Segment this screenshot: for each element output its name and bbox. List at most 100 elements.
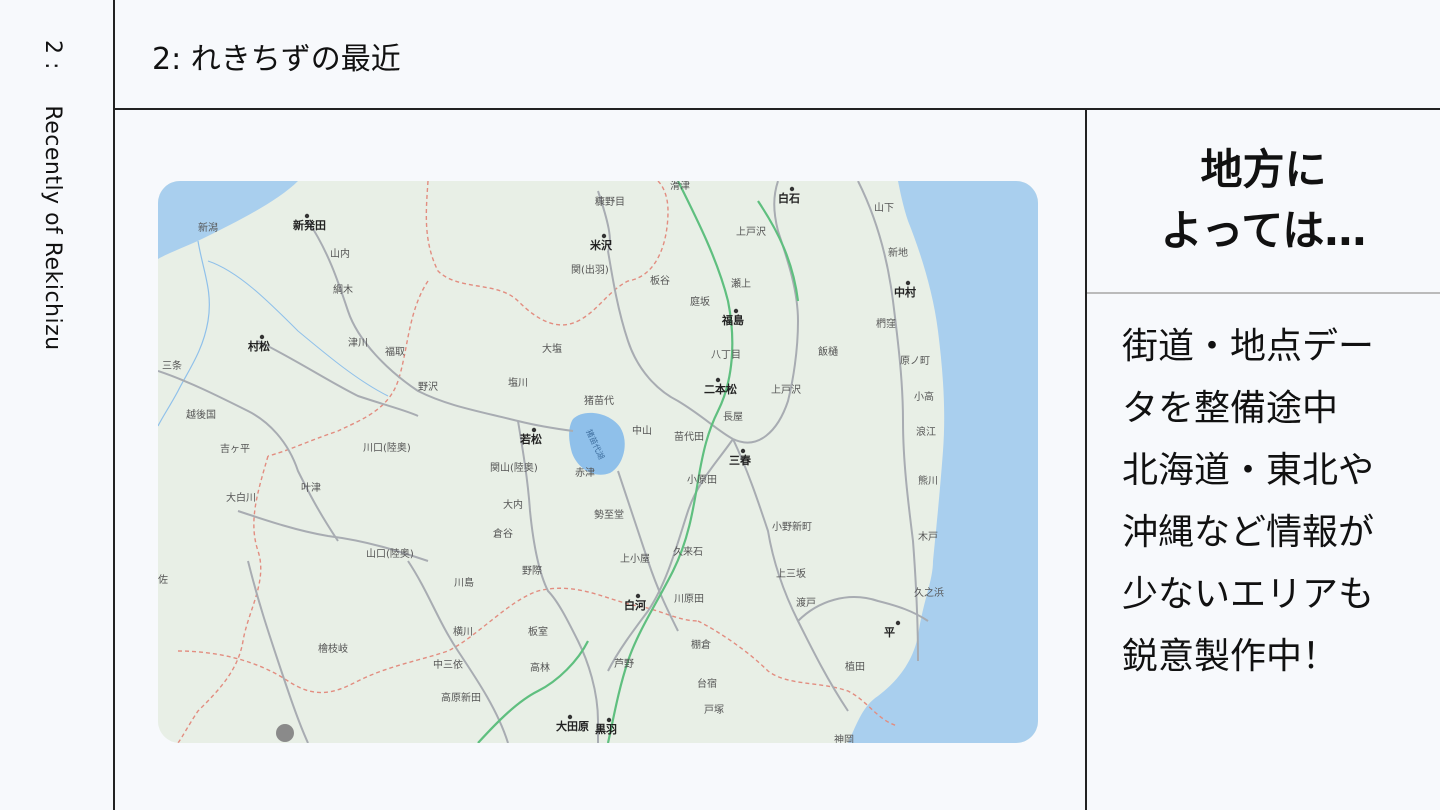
map-place-label[interactable]: 猪苗代: [584, 395, 614, 407]
map-canvas[interactable]: 新潟 新発田山内綱木村松 津川福取三条越後国吉ヶ平大白川 叶津 川口(陸奥) 野沢 大塩塩川…: [158, 181, 1038, 743]
panel-heading: 地方に よっては…: [1087, 110, 1440, 294]
map-place-label[interactable]: 上戸沢: [771, 383, 801, 396]
header-bar: 2: れきちずの最近: [115, 0, 1440, 110]
map-place-label[interactable]: 黒羽: [595, 723, 617, 736]
map-place-marker: [733, 308, 739, 314]
map-place-label[interactable]: 久来石: [673, 546, 703, 558]
map-place-label[interactable]: 小高: [914, 390, 934, 403]
map-place-label[interactable]: 芦野: [614, 658, 634, 670]
map-place-label[interactable]: 瀬上: [731, 278, 751, 290]
sidebar: 2 : Recently of Rekichizu: [0, 0, 115, 810]
map-place-label[interactable]: 塩川: [508, 376, 528, 389]
map-place-label[interactable]: 平: [884, 626, 895, 639]
map-place-label[interactable]: 村松: [248, 339, 270, 353]
map-place-label[interactable]: 神岡: [834, 733, 854, 743]
map-place-marker: [635, 593, 641, 599]
map-place-label[interactable]: 米沢: [589, 238, 613, 252]
map-place-marker: [715, 377, 721, 383]
map-place-label[interactable]: 庭坂: [690, 295, 710, 308]
map-place-label[interactable]: 川島: [454, 576, 474, 589]
map-place-marker: [259, 334, 265, 340]
map-place-label[interactable]: 中山: [632, 424, 652, 437]
map-place-label[interactable]: 渡戸: [796, 596, 816, 609]
map-place-label[interactable]: 板谷: [650, 274, 670, 287]
map-place-label[interactable]: 滑津: [670, 181, 690, 192]
map-place-label[interactable]: 綱木: [333, 283, 353, 296]
map-place-label[interactable]: 浪江: [916, 425, 936, 438]
map-place-label[interactable]: 小野新町: [772, 520, 812, 533]
map-place-label[interactable]: 棚倉: [691, 638, 711, 651]
map-place-label[interactable]: 久之浜: [914, 586, 944, 599]
map-place-label[interactable]: 福取: [385, 345, 405, 358]
map-place-label[interactable]: 三春: [729, 453, 752, 467]
section-subtitle: Recently of Rekichizu: [40, 105, 65, 351]
map-place-label[interactable]: 山口(陸奥): [366, 547, 414, 560]
map-place-label[interactable]: 川口(陸奥): [363, 441, 411, 454]
map-place-marker: [905, 280, 911, 286]
map-place-label[interactable]: 上三坂: [776, 568, 806, 580]
map-place-label[interactable]: 上小屋: [620, 553, 650, 565]
map-panel[interactable]: 新潟 新発田山内綱木村松 津川福取三条越後国吉ヶ平大白川 叶津 川口(陸奥) 野沢 大塩塩川…: [158, 181, 1038, 743]
map-place-label[interactable]: 大内: [503, 498, 523, 511]
map-place-label[interactable]: 小原田: [687, 474, 717, 486]
map-poi-icon[interactable]: [276, 724, 294, 742]
map-place-label[interactable]: 川原田: [674, 593, 704, 605]
page-title: 2: れきちずの最近: [152, 42, 401, 77]
map-place-label[interactable]: 高林: [530, 661, 550, 674]
map-place-label[interactable]: 二本松: [704, 382, 737, 396]
map-place-label[interactable]: 関山(陸奥): [490, 461, 538, 474]
map-place-label[interactable]: 関(出羽): [571, 263, 609, 276]
map-place-label[interactable]: 熊川: [918, 474, 938, 487]
map-place-label[interactable]: 野沢: [418, 380, 438, 393]
map-place-label[interactable]: 越後国: [186, 408, 216, 421]
map-place-label[interactable]: 台宿: [697, 677, 717, 690]
panel-body: 街道・地点デー タを整備途中 北海道・東北や 沖縄など情報が 少ないエリアも 鋭…: [1122, 316, 1422, 688]
map-place-label[interactable]: 赤津: [575, 467, 595, 479]
map-place-label[interactable]: 三条: [162, 359, 182, 372]
map-place-label[interactable]: 植田: [845, 660, 865, 673]
map-place-label[interactable]: 中三依: [433, 658, 463, 671]
map-place-label[interactable]: 飯樋: [818, 345, 838, 358]
map-place-label[interactable]: 山内: [330, 247, 350, 260]
heading-line: よっては…: [1160, 206, 1367, 255]
body-line: 北海道・東北や: [1122, 450, 1375, 491]
map-place-label[interactable]: 新発田: [293, 218, 326, 232]
map-place-label[interactable]: 八丁目: [711, 350, 741, 361]
heading-line: 地方に: [1200, 145, 1327, 195]
map-place-label[interactable]: 佐: [158, 574, 168, 586]
map-place-label[interactable]: 椚窪: [876, 317, 896, 330]
map-place-label[interactable]: 檜枝岐: [318, 642, 348, 655]
map-place-label[interactable]: 戸塚: [704, 704, 724, 716]
map-place-label[interactable]: 木戸: [918, 531, 938, 543]
map-place-label[interactable]: 白石: [778, 191, 800, 205]
map-place-label[interactable]: 大白川: [226, 491, 256, 504]
body-line: 少ないエリアも: [1122, 574, 1375, 615]
map-place-marker: [740, 448, 746, 454]
map-place-label[interactable]: 原ノ町: [900, 355, 930, 367]
map-place-label[interactable]: 大田原: [556, 719, 589, 733]
map-place-label[interactable]: 勢至堂: [594, 508, 624, 521]
map-place-label[interactable]: 倉谷: [493, 527, 513, 540]
vertical-section-label: 2 : Recently of Rekichizu: [40, 40, 65, 351]
map-place-label[interactable]: 長屋: [723, 411, 743, 423]
map-place-label[interactable]: 叶津: [301, 482, 321, 494]
map-place-label[interactable]: 横川: [453, 625, 473, 638]
map-place-marker: [567, 714, 573, 720]
map-place-label[interactable]: 新潟: [198, 221, 218, 234]
map-place-label[interactable]: 福島: [721, 313, 744, 327]
map-place-label[interactable]: 糠野目: [595, 195, 625, 208]
map-place-label[interactable]: 中村: [894, 285, 916, 299]
map-place-label[interactable]: 高原新田: [441, 691, 481, 704]
map-place-label[interactable]: 津川: [348, 337, 368, 349]
map-place-marker: [601, 233, 607, 239]
map-place-label[interactable]: 山下: [874, 202, 894, 214]
map-place-label[interactable]: 大塩: [542, 342, 562, 355]
map-place-label[interactable]: 若松: [520, 432, 542, 446]
map-place-label[interactable]: 苗代田: [674, 431, 704, 443]
map-place-label[interactable]: 新地: [888, 246, 908, 259]
map-place-label[interactable]: 野際: [522, 565, 542, 577]
map-place-label[interactable]: 板室: [528, 625, 548, 638]
map-place-label[interactable]: 上戸沢: [736, 225, 766, 238]
map-place-label[interactable]: 吉ヶ平: [220, 443, 250, 455]
map-place-label[interactable]: 白河: [624, 598, 646, 612]
